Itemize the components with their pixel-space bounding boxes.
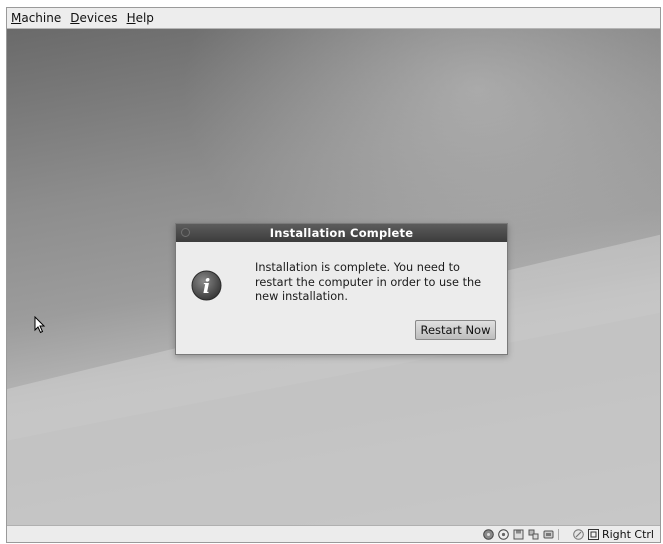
menu-devices[interactable]: Devices (70, 11, 117, 25)
dialog-message: Installation is complete. You need to re… (255, 261, 482, 303)
mouse-integration-icon[interactable] (573, 528, 584, 540)
guest-desktop[interactable]: Installation Complete i Installation is … (7, 29, 660, 527)
menu-machine[interactable]: Machine (11, 11, 61, 25)
hard-disk-icon[interactable] (483, 528, 494, 540)
status-bar: Right Ctrl (7, 525, 660, 542)
installation-complete-dialog: Installation Complete i Installation is … (175, 223, 508, 355)
floppy-icon[interactable] (513, 529, 524, 540)
optical-drive-icon[interactable] (498, 528, 509, 540)
host-key-label: Right Ctrl (601, 527, 654, 541)
svg-text:i: i (203, 274, 211, 298)
dialog-titlebar[interactable]: Installation Complete (176, 224, 507, 242)
virtualbox-window: Machine Devices Help Installation Comple… (6, 7, 661, 543)
host-key-icon[interactable] (587, 528, 599, 540)
close-icon[interactable] (181, 228, 190, 237)
menu-help-rest: elp (135, 11, 154, 25)
restart-now-button[interactable]: Restart Now (415, 320, 496, 340)
usb-icon[interactable] (543, 529, 554, 540)
menu-help[interactable]: Help (127, 11, 154, 25)
menu-devices-rest: evices (79, 11, 118, 25)
dialog-title: Installation Complete (269, 226, 414, 240)
network-icon[interactable] (528, 529, 539, 540)
mouse-pointer-icon (34, 316, 46, 334)
shared-folders-icon[interactable] (557, 528, 569, 540)
menu-machine-rest: achine (21, 11, 62, 25)
menubar: Machine Devices Help (7, 8, 660, 29)
info-icon: i (191, 270, 222, 301)
